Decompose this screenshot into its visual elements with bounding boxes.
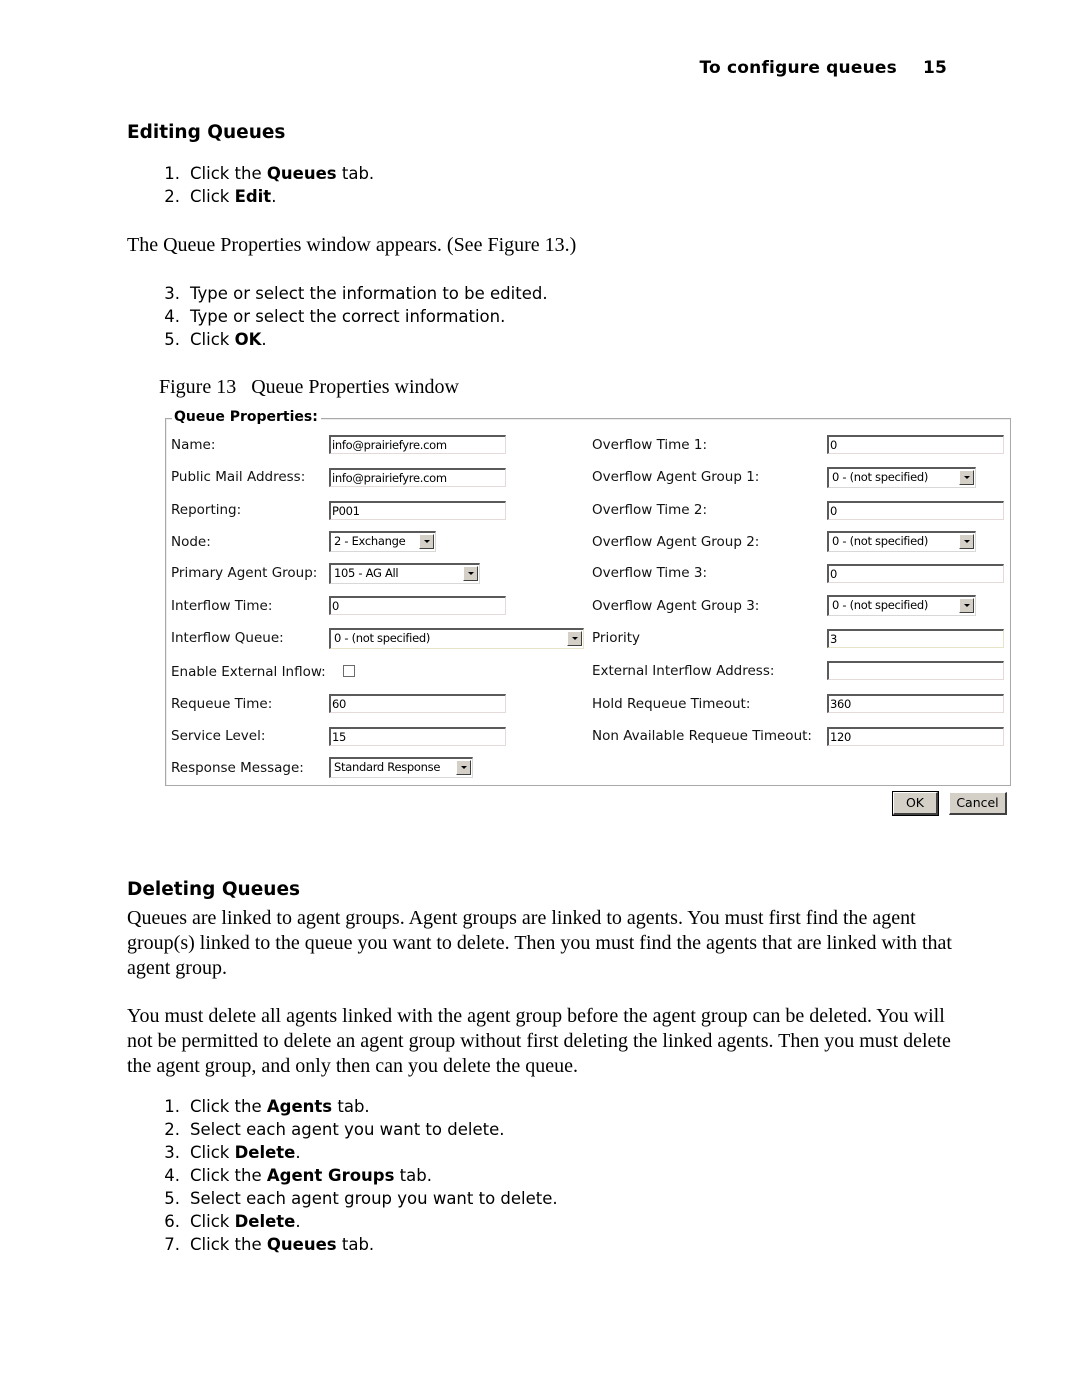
chevron-down-icon[interactable] bbox=[463, 566, 478, 581]
chevron-down-icon[interactable] bbox=[567, 631, 582, 646]
overflow-time-1-label: Overflow Time 1: bbox=[592, 437, 708, 453]
external-interflow-address-input[interactable] bbox=[827, 661, 1004, 680]
interflow-queue-label: Interflow Queue: bbox=[171, 630, 284, 646]
figure-caption: Figure 13 Queue Properties window bbox=[159, 376, 459, 398]
primary-agent-group-label: Primary Agent Group: bbox=[171, 565, 318, 581]
hold-requeue-timeout-input[interactable]: 360 bbox=[827, 694, 1004, 713]
name-input[interactable]: info@prairiefyre.com bbox=[329, 435, 506, 454]
deleting-queues-heading: Deleting Queues bbox=[127, 879, 301, 900]
step-item: 5. Select each agent group you want to de… bbox=[164, 1189, 558, 1208]
chevron-down-icon[interactable] bbox=[419, 534, 434, 549]
public-mail-address-label: Public Mail Address: bbox=[171, 469, 306, 485]
primary-agent-group-select[interactable]: 105 - AG All bbox=[329, 563, 480, 584]
chevron-down-icon[interactable] bbox=[959, 470, 974, 485]
running-head: To configure queues 15 bbox=[699, 58, 947, 78]
deleting-steps: 1. Click the Agents tab. 2. Select each ag… bbox=[158, 1095, 558, 1256]
interflow-time-label: Interflow Time: bbox=[171, 598, 273, 614]
step-item: 1. Click the Queues tab. bbox=[164, 164, 375, 183]
editing-steps-a: 1. Click the Queues tab. 2. Click Edit. bbox=[158, 162, 374, 208]
service-level-input[interactable]: 15 bbox=[329, 727, 506, 746]
editing-steps-b: 3. Type or select the information to be e… bbox=[158, 282, 548, 351]
step-item: 2. Click Edit. bbox=[164, 187, 277, 206]
chevron-down-icon[interactable] bbox=[456, 760, 471, 775]
editing-queues-heading: Editing Queues bbox=[127, 122, 286, 143]
overflow-time-3-label: Overflow Time 3: bbox=[592, 565, 708, 581]
non-available-requeue-timeout-label: Non Available Requeue Timeout: bbox=[592, 728, 812, 744]
enable-external-inflow-label: Enable External Inflow: bbox=[171, 664, 326, 680]
interflow-time-input[interactable]: 0 bbox=[329, 596, 506, 615]
overflow-agent-group-1-select[interactable]: 0 - (not specified) bbox=[827, 467, 976, 488]
overflow-time-3-input[interactable]: 0 bbox=[827, 564, 1004, 583]
overflow-agent-group-3-label: Overflow Agent Group 3: bbox=[592, 598, 760, 614]
deleting-paragraph-1: Queues are linked to agent groups. Agent… bbox=[127, 907, 952, 979]
non-available-requeue-timeout-input[interactable]: 120 bbox=[827, 727, 1004, 746]
interflow-queue-select[interactable]: 0 - (not specified) bbox=[329, 628, 584, 649]
deleting-paragraph-2: You must delete all agents linked with t… bbox=[127, 1005, 951, 1077]
cancel-button[interactable]: Cancel bbox=[949, 792, 1007, 815]
overflow-time-2-label: Overflow Time 2: bbox=[592, 502, 708, 518]
step-item: 2. Select each agent you want to delete. bbox=[164, 1120, 505, 1139]
page-number: 15 bbox=[922, 58, 947, 78]
requeue-time-input[interactable]: 60 bbox=[329, 694, 506, 713]
editing-paragraph: The Queue Properties window appears. (Se… bbox=[127, 234, 577, 256]
node-label: Node: bbox=[171, 534, 211, 550]
step-item: 6. Click Delete. bbox=[164, 1212, 301, 1231]
step-item: 3. Type or select the information to be e… bbox=[164, 284, 548, 303]
name-label: Name: bbox=[171, 437, 216, 453]
external-interflow-address-label: External Interflow Address: bbox=[592, 663, 775, 679]
reporting-input[interactable]: P001 bbox=[329, 501, 506, 520]
step-item: 4. Click the Agent Groups tab. bbox=[164, 1166, 432, 1185]
chevron-down-icon[interactable] bbox=[959, 598, 974, 613]
overflow-time-1-input[interactable]: 0 bbox=[827, 435, 1004, 454]
requeue-time-label: Requeue Time: bbox=[171, 696, 273, 712]
overflow-agent-group-2-select[interactable]: 0 - (not specified) bbox=[827, 531, 976, 552]
priority-label: Priority bbox=[592, 630, 641, 646]
node-select[interactable]: 2 - Exchange bbox=[329, 531, 436, 552]
chevron-down-icon[interactable] bbox=[959, 534, 974, 549]
overflow-time-2-input[interactable]: 0 bbox=[827, 501, 1004, 520]
response-message-label: Response Message: bbox=[171, 760, 304, 776]
step-item: 7. Click the Queues tab. bbox=[164, 1235, 375, 1254]
step-item: 3. Click Delete. bbox=[164, 1143, 301, 1162]
overflow-agent-group-1-label: Overflow Agent Group 1: bbox=[592, 469, 760, 485]
overflow-agent-group-2-label: Overflow Agent Group 2: bbox=[592, 534, 760, 550]
enable-external-inflow-checkbox[interactable] bbox=[343, 665, 355, 677]
ok-button[interactable]: OK bbox=[892, 791, 939, 816]
overflow-agent-group-3-select[interactable]: 0 - (not specified) bbox=[827, 595, 976, 616]
service-level-label: Service Level: bbox=[171, 728, 266, 744]
response-message-select[interactable]: Standard Response bbox=[329, 757, 473, 778]
step-item: 4. Type or select the correct information… bbox=[164, 307, 506, 326]
queue-properties-legend: Queue Properties: bbox=[172, 409, 321, 425]
step-item: 5. Click OK. bbox=[164, 330, 267, 349]
reporting-label: Reporting: bbox=[171, 502, 242, 518]
priority-input[interactable]: 3 bbox=[827, 629, 1004, 648]
step-item: 1. Click the Agents tab. bbox=[164, 1097, 370, 1116]
running-head-title: To configure queues bbox=[699, 58, 897, 78]
public-mail-address-input[interactable]: info@prairiefyre.com bbox=[329, 468, 506, 487]
hold-requeue-timeout-label: Hold Requeue Timeout: bbox=[592, 696, 751, 712]
